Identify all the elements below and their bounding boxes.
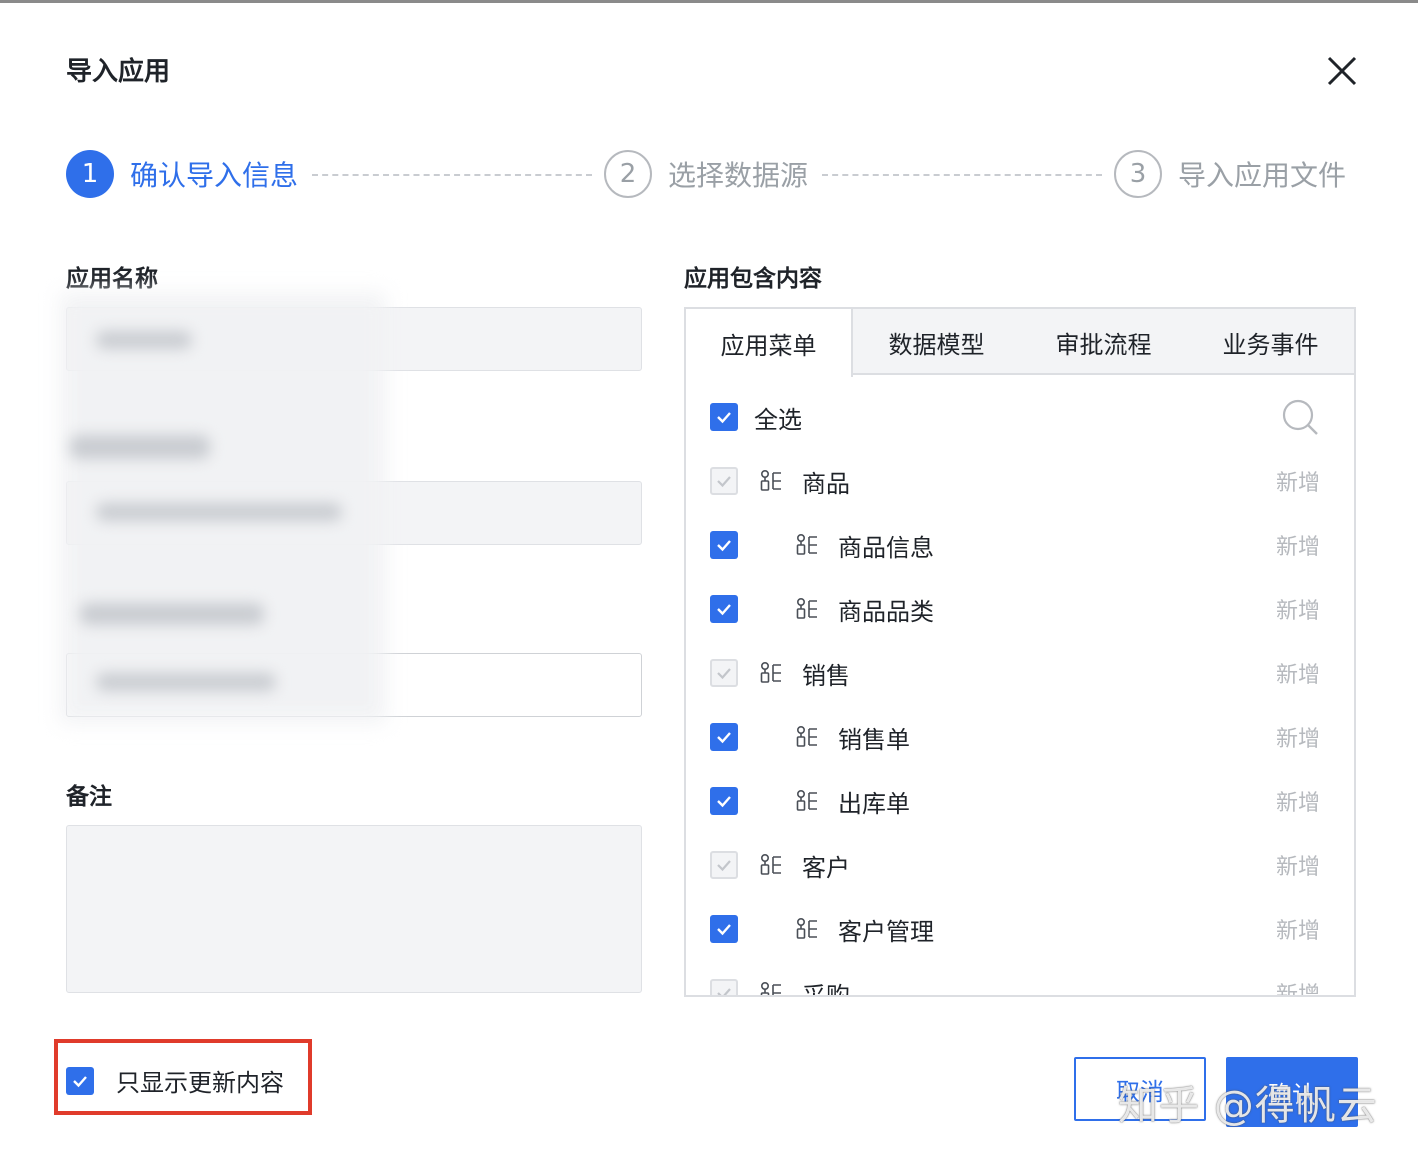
check-icon: [717, 860, 731, 872]
menu-item-checkbox: [710, 851, 738, 879]
step-import-file: 3 导入应用文件: [1114, 150, 1346, 198]
blurred-text: [80, 603, 264, 625]
blurred-text: [96, 503, 342, 521]
only-updated-label: 只显示更新内容: [116, 1069, 284, 1097]
remark-label: 备注: [66, 784, 112, 810]
menu-item-status: 新增: [1275, 471, 1320, 496]
import-app-dialog: 导入应用 1 确认导入信息 2 选择数据源 3 导入应用文件 应用名称 备注 应…: [0, 0, 1418, 1162]
menu-item-name: 销售: [802, 661, 850, 690]
menu-item-row[interactable]: 客户 新增: [686, 833, 1354, 897]
menu-item-name: 客户: [802, 853, 850, 882]
tab-data-model[interactable]: 数据模型: [853, 309, 1020, 375]
menu-item-checkbox[interactable]: [710, 787, 738, 815]
check-icon: [717, 668, 731, 680]
step-number: 3: [1114, 150, 1162, 198]
select-all-label: 全选: [754, 405, 802, 434]
check-icon: [717, 796, 731, 808]
menu-item-row[interactable]: 客户管理 新增: [686, 897, 1354, 961]
menu-item-row[interactable]: 商品信息 新增: [686, 513, 1354, 577]
only-updated-checkbox[interactable]: [66, 1066, 94, 1095]
menu-item-name: 采购: [802, 981, 850, 997]
tab-app-menu[interactable]: 应用菜单: [686, 309, 853, 377]
menu-item-status: 新增: [1275, 535, 1320, 560]
check-icon: [717, 540, 731, 552]
step-select-datasource: 2 选择数据源: [604, 150, 808, 198]
blurred-text: [96, 331, 192, 349]
menu-node-icon: [760, 981, 781, 995]
menu-item-row[interactable]: 销售 新增: [686, 641, 1354, 705]
menu-item-row[interactable]: 出库单 新增: [686, 769, 1354, 833]
check-icon: [717, 988, 731, 995]
only-updated-toggle[interactable]: 只显示更新内容: [66, 1063, 284, 1098]
menu-item-status: 新增: [1275, 983, 1320, 997]
menu-item-name: 出库单: [838, 789, 910, 818]
menu-item-status: 新增: [1275, 663, 1320, 688]
menu-item-name: 商品: [802, 469, 850, 498]
menu-item-name: 客户管理: [838, 917, 934, 946]
blurred-text: [70, 435, 210, 459]
menu-item-checkbox[interactable]: [710, 723, 738, 751]
check-icon: [717, 732, 731, 744]
dialog-title: 导入应用: [66, 57, 171, 87]
blurred-text: [96, 673, 276, 691]
close-icon[interactable]: [1322, 51, 1362, 91]
select-all-checkbox[interactable]: [710, 403, 738, 431]
check-icon: [717, 412, 731, 424]
step-label: 选择数据源: [668, 159, 809, 192]
menu-item-checkbox[interactable]: [710, 531, 738, 559]
step-label: 确认导入信息: [130, 159, 299, 192]
check-icon: [717, 476, 731, 488]
menu-item-row[interactable]: 商品品类 新增: [686, 577, 1354, 641]
menu-node-icon: [760, 853, 781, 875]
menu-node-icon: [760, 661, 781, 683]
menu-node-icon: [796, 789, 817, 811]
menu-item-row[interactable]: 销售单 新增: [686, 705, 1354, 769]
menu-node-icon: [796, 533, 817, 555]
step-confirm-info: 1 确认导入信息: [66, 150, 298, 198]
menu-item-row[interactable]: 商品 新增: [686, 449, 1354, 513]
menu-item-name: 商品信息: [838, 533, 934, 562]
content-tabs: 应用菜单 数据模型 审批流程 业务事件: [686, 309, 1354, 377]
menu-item-row[interactable]: 采购 新增: [686, 961, 1354, 997]
check-icon: [717, 604, 731, 616]
step-number: 1: [66, 150, 114, 198]
step-number: 2: [604, 150, 652, 198]
app-content-panel: 应用菜单 数据模型 审批流程 业务事件 全选 商品 新增 商品信息 新增 商品品类 新增销…: [684, 307, 1356, 997]
menu-item-status: 新增: [1275, 919, 1320, 944]
check-icon: [717, 924, 731, 936]
app-content-label: 应用包含内容: [684, 266, 822, 292]
check-icon: [73, 1075, 87, 1087]
step-connector: [822, 174, 1102, 176]
menu-item-checkbox: [710, 467, 738, 495]
remark-textarea[interactable]: [66, 825, 642, 993]
menu-item-checkbox[interactable]: [710, 595, 738, 623]
app-name-label: 应用名称: [66, 266, 158, 292]
menu-item-status: 新增: [1275, 727, 1320, 752]
select-all-row: 全选: [686, 385, 1354, 449]
menu-item-name: 销售单: [838, 725, 910, 754]
menu-node-icon: [760, 469, 781, 491]
menu-node-icon: [796, 597, 817, 619]
menu-item-checkbox: [710, 659, 738, 687]
tab-business-event[interactable]: 业务事件: [1187, 309, 1354, 375]
menu-item-checkbox[interactable]: [710, 915, 738, 943]
step-connector: [312, 174, 592, 176]
tab-approval-flow[interactable]: 审批流程: [1020, 309, 1187, 375]
search-icon[interactable]: [1280, 397, 1320, 437]
menu-item-status: 新增: [1275, 855, 1320, 880]
menu-item-status: 新增: [1275, 599, 1320, 624]
step-label: 导入应用文件: [1178, 159, 1347, 192]
watermark: 知乎 @得帆云: [1118, 1083, 1378, 1129]
menu-item-status: 新增: [1275, 791, 1320, 816]
menu-item-checkbox: [710, 979, 738, 995]
menu-node-icon: [796, 917, 817, 939]
menu-item-name: 商品品类: [838, 597, 934, 626]
menu-node-icon: [796, 725, 817, 747]
